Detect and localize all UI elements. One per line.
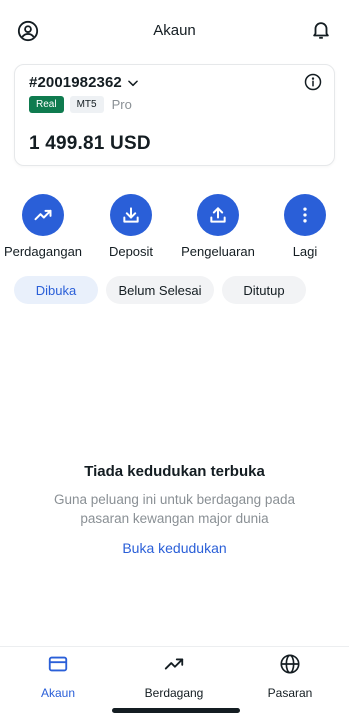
empty-state: Tiada kedudukan terbuka Guna peluang ini… — [0, 463, 349, 556]
download-icon — [123, 207, 139, 223]
tab-pending[interactable]: Belum Selesai — [106, 276, 214, 304]
withdrawal-action-button[interactable]: Pengeluaran — [173, 194, 263, 259]
info-icon[interactable] — [304, 73, 322, 91]
withdrawal-action-label: Pengeluaran — [181, 244, 255, 259]
page-title: Akaun — [153, 22, 196, 39]
nav-label-markets: Pasaran — [267, 686, 313, 700]
empty-state-description: Guna peluang ini untuk berdagang pada pa… — [54, 492, 295, 526]
positions-tabs: Dibuka Belum Selesai Ditutup — [14, 276, 306, 304]
deposit-action-button[interactable]: Deposit — [86, 194, 176, 259]
account-card[interactable]: #2001982362 Real MT5 Pro 1 499.81 USD — [14, 64, 335, 166]
globe-icon — [280, 654, 300, 674]
tab-open[interactable]: Dibuka — [14, 276, 98, 304]
account-number: #2001982362 — [29, 74, 122, 91]
open-position-link[interactable]: Buka kedudukan — [0, 540, 349, 556]
trend-up-icon — [34, 209, 52, 221]
bell-icon[interactable] — [310, 19, 332, 41]
nav-label-account: Akaun — [40, 686, 76, 700]
empty-state-title: Tiada kedudukan terbuka — [84, 463, 265, 480]
nav-item-markets[interactable]: Pasaran — [235, 653, 345, 700]
nav-item-account[interactable]: Akaun — [3, 653, 113, 700]
account-type-label: Pro — [111, 97, 132, 112]
deposit-action-label: Deposit — [108, 244, 154, 259]
trade-action-circle[interactable] — [22, 194, 64, 236]
app-header: Akaun — [0, 0, 349, 60]
tab-closed[interactable]: Ditutup — [222, 276, 306, 304]
more-vertical-icon — [303, 207, 307, 223]
card-icon — [48, 656, 68, 672]
home-indicator — [112, 708, 240, 713]
trade-action-button[interactable]: Perdagangan — [0, 194, 88, 259]
nav-item-trade[interactable]: Berdagang — [119, 653, 229, 700]
account-badges: Real MT5 Pro — [29, 96, 132, 113]
trade-action-label: Perdagangan — [3, 244, 83, 259]
platform-badge: MT5 — [69, 96, 104, 113]
chevron-down-icon — [128, 79, 138, 86]
withdrawal-action-circle[interactable] — [197, 194, 239, 236]
nav-label-trade: Berdagang — [144, 686, 204, 700]
account-selector[interactable]: #2001982362 — [29, 74, 140, 91]
trend-up-icon — [164, 658, 184, 670]
real-badge: Real — [29, 96, 64, 113]
upload-icon — [210, 207, 226, 223]
account-balance: 1 499.81 USD — [29, 133, 151, 154]
more-action-label: Lagi — [292, 244, 318, 259]
more-action-circle[interactable] — [284, 194, 326, 236]
deposit-action-circle[interactable] — [110, 194, 152, 236]
more-action-button[interactable]: Lagi — [260, 194, 349, 259]
quick-actions: Perdagangan Deposit Pengeluaran Lagi — [0, 194, 349, 264]
